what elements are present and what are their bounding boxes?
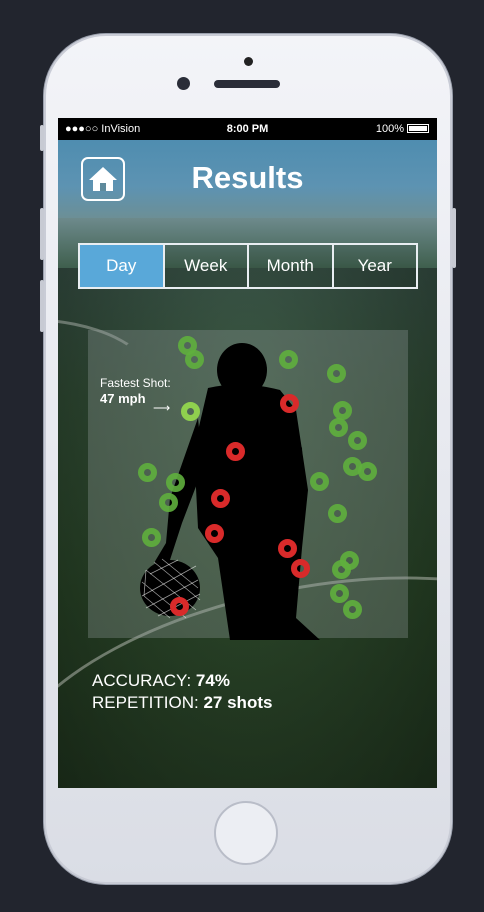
missed-shot-marker: [205, 524, 224, 543]
session-stats: ACCURACY: 74% REPETITION: 27 shots: [92, 670, 272, 714]
goal-shot-marker: [332, 560, 351, 579]
app-screen: ●●●○○ InVision 8:00 PM 100% Results Day …: [58, 118, 437, 788]
proximity-sensor: [244, 57, 253, 66]
callout-arrow-icon: ⟶: [153, 401, 171, 415]
goal-shot-marker: [343, 600, 362, 619]
goal-shot-marker: [333, 401, 352, 420]
goal-shot-marker: [138, 463, 157, 482]
volume-up-button: [40, 208, 44, 260]
goal-shot-marker: [358, 462, 377, 481]
front-camera: [177, 77, 190, 90]
volume-down-button: [40, 280, 44, 332]
repetition-row: REPETITION: 27 shots: [92, 692, 272, 714]
goal-shot-marker: [310, 472, 329, 491]
power-button: [452, 208, 456, 268]
goal-shot-marker: [330, 584, 349, 603]
missed-shot-marker: [226, 442, 245, 461]
accuracy-value: 74%: [195, 671, 230, 690]
mute-switch: [40, 125, 44, 151]
missed-shot-marker: [211, 489, 230, 508]
goal-shot-marker: [329, 418, 348, 437]
goal-shot-marker: [159, 493, 178, 512]
repetition-value: 27 shots: [203, 693, 273, 712]
goal-shot-marker: [279, 350, 298, 369]
device-home-button[interactable]: [214, 801, 278, 865]
repetition-label: REPETITION:: [92, 693, 199, 712]
missed-shot-marker: [170, 597, 189, 616]
goal-shot-marker: [185, 350, 204, 369]
fastest-shot-value: 47 mph: [100, 391, 146, 406]
accuracy-row: ACCURACY: 74%: [92, 670, 272, 692]
fastest-shot-marker: [181, 402, 200, 421]
missed-shot-marker: [280, 394, 299, 413]
goal-shot-marker: [166, 473, 185, 492]
accuracy-label: ACCURACY:: [92, 671, 192, 690]
goal-shot-marker: [348, 431, 367, 450]
missed-shot-marker: [278, 539, 297, 558]
earpiece-speaker: [214, 80, 280, 88]
goal-shot-marker: [142, 528, 161, 547]
fastest-shot-label: Fastest Shot:: [100, 376, 171, 390]
missed-shot-marker: [291, 559, 310, 578]
goal-shot-marker: [327, 364, 346, 383]
goal-shot-marker: [328, 504, 347, 523]
